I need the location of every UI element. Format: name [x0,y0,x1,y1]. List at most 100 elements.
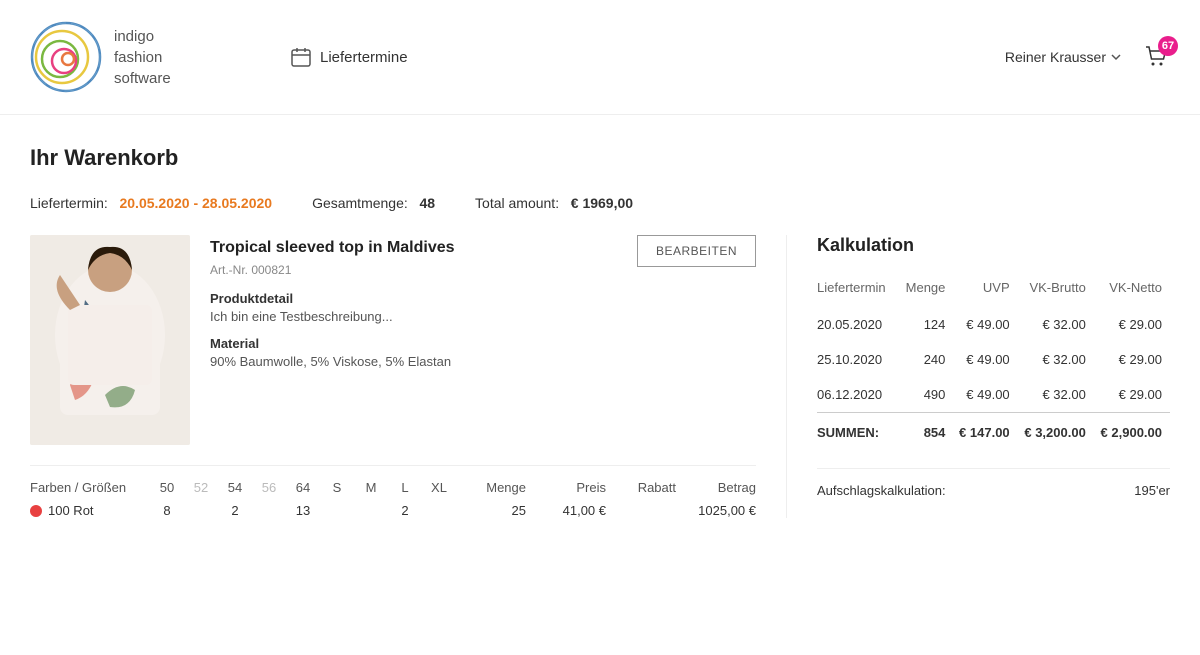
chevron-down-icon [1110,51,1122,63]
kalk-netto-1: € 29.00 [1094,307,1170,342]
kalk-date-1: 20.05.2020 [817,307,901,342]
size-val-50: 8 [150,503,184,518]
produktdetail-value: Ich bin eine Testbeschreibung... [210,309,756,324]
product-card: Tropical sleeved top in Maldives Art.-Nr… [30,235,756,445]
size-val-s [320,503,354,518]
total-label: Total amount: [475,195,559,211]
header-size-l: L [388,480,422,495]
app-header: indigo fashion software Liefertermine Re… [0,0,1200,115]
size-row-rot: 100 Rot 8 2 13 2 25 41,00 € [30,503,756,518]
kalk-summen-netto: € 2,900.00 [1094,413,1170,451]
content-area: Tropical sleeved top in Maldives Art.-Nr… [30,235,1170,518]
gesamtmenge-value: 48 [419,195,435,211]
product-image [30,235,190,445]
liefertermine-label: Liefertermine [320,49,408,66]
kalk-summen-label: SUMMEN: [817,413,901,451]
kalk-summen-uvp: € 147.00 [953,413,1017,451]
nav-liefertermine[interactable]: Liefertermine [290,46,408,68]
color-cell: 100 Rot [30,503,150,518]
kalk-brutto-1: € 32.00 [1018,307,1094,342]
header-menge: Menge [456,480,526,495]
kalk-menge-2: 240 [901,342,953,377]
header-rabatt: Rabatt [606,480,676,495]
gesamtmenge-meta: Gesamtmenge: 48 [312,195,435,211]
color-dot [30,505,42,517]
kalk-netto-3: € 29.00 [1094,377,1170,413]
kalk-menge-1: 124 [901,307,953,342]
header-betrag: Betrag [676,480,756,495]
header-size-64: 64 [286,480,320,495]
kalkulation-table: Liefertermin Menge UVP VK-Brutto VK-Nett… [817,274,1170,450]
size-val-52 [184,503,218,518]
kalk-header-uvp: UVP [953,274,1017,307]
kalk-header-vk-brutto: VK-Brutto [1018,274,1094,307]
size-val-m [354,503,388,518]
liefertermin-meta: Liefertermin: 20.05.2020 - 28.05.2020 [30,195,272,211]
kalk-summen-menge: 854 [901,413,953,451]
gesamtmenge-label: Gesamtmenge: [312,195,408,211]
aufschlag-row: Aufschlagskalkulation: 195'er [817,468,1170,498]
produktdetail-title: Produktdetail [210,291,756,306]
header-size-54: 54 [218,480,252,495]
cart-badge: 67 [1158,36,1178,56]
header-sizes: 50 52 54 56 64 S M L XL [150,480,456,495]
kalkulation-panel: Kalkulation Liefertermin Menge UVP VK-Br… [786,235,1170,518]
header-size-s: S [320,480,354,495]
kalk-summen-brutto: € 3,200.00 [1018,413,1094,451]
color-name: 100 Rot [48,503,94,518]
header-size-56: 56 [252,480,286,495]
row-betrag: 1025,00 € [676,503,756,518]
order-meta: Liefertermin: 20.05.2020 - 28.05.2020 Ge… [30,195,1170,211]
logo-icon [30,21,102,93]
kalk-date-3: 06.12.2020 [817,377,901,413]
kalk-brutto-2: € 32.00 [1018,342,1094,377]
size-table-header: Farben / Größen 50 52 54 56 64 S M L XL … [30,480,756,495]
material-title: Material [210,336,756,351]
kalkulation-title: Kalkulation [817,235,1170,256]
kalk-row-3: 06.12.2020 490 € 49.00 € 32.00 € 29.00 [817,377,1170,413]
user-name-label: Reiner Krausser [1005,49,1106,65]
kalk-brutto-3: € 32.00 [1018,377,1094,413]
left-panel: Tropical sleeved top in Maldives Art.-Nr… [30,235,786,518]
kalk-menge-3: 490 [901,377,953,413]
aufschlag-label: Aufschlagskalkulation: [817,483,946,498]
row-menge: 25 [456,503,526,518]
bearbeiten-button[interactable]: BEARBEITEN [637,235,756,267]
kalk-header-menge: Menge [901,274,953,307]
calendar-icon [290,46,312,68]
kalk-header-liefertermin: Liefertermin [817,274,901,307]
total-value: € 1969,00 [571,195,633,211]
header-size-m: M [354,480,388,495]
header-size-xl: XL [422,480,456,495]
kalk-uvp-2: € 49.00 [953,342,1017,377]
size-values: 8 2 13 2 [150,503,456,518]
logo-text: indigo fashion software [114,26,171,89]
main-content: Ihr Warenkorb Liefertermin: 20.05.2020 -… [0,115,1200,548]
logo-area: indigo fashion software [30,21,250,93]
size-val-64: 13 [286,503,320,518]
header-size-52: 52 [184,480,218,495]
total-meta: Total amount: € 1969,00 [475,195,633,211]
kalk-table-header-row: Liefertermin Menge UVP VK-Brutto VK-Nett… [817,274,1170,307]
page-title: Ihr Warenkorb [30,145,1170,171]
size-val-54: 2 [218,503,252,518]
size-val-xl [422,503,456,518]
header-size-50: 50 [150,480,184,495]
row-preis: 41,00 € [526,503,606,518]
size-val-56 [252,503,286,518]
kalk-uvp-3: € 49.00 [953,377,1017,413]
kalk-uvp-1: € 49.00 [953,307,1017,342]
kalk-row-1: 20.05.2020 124 € 49.00 € 32.00 € 29.00 [817,307,1170,342]
size-table: Farben / Größen 50 52 54 56 64 S M L XL … [30,465,756,518]
aufschlag-value: 195'er [1134,483,1170,498]
liefertermin-meta-label: Liefertermin: [30,195,108,211]
kalk-row-2: 25.10.2020 240 € 49.00 € 32.00 € 29.00 [817,342,1170,377]
header-preis: Preis [526,480,606,495]
cart-button[interactable]: 67 [1142,42,1170,73]
kalk-netto-2: € 29.00 [1094,342,1170,377]
kalk-header-vk-netto: VK-Netto [1094,274,1170,307]
material-value: 90% Baumwolle, 5% Viskose, 5% Elastan [210,354,756,369]
header-farben: Farben / Größen [30,480,150,495]
user-menu[interactable]: Reiner Krausser [1005,49,1122,65]
kalk-date-2: 25.10.2020 [817,342,901,377]
